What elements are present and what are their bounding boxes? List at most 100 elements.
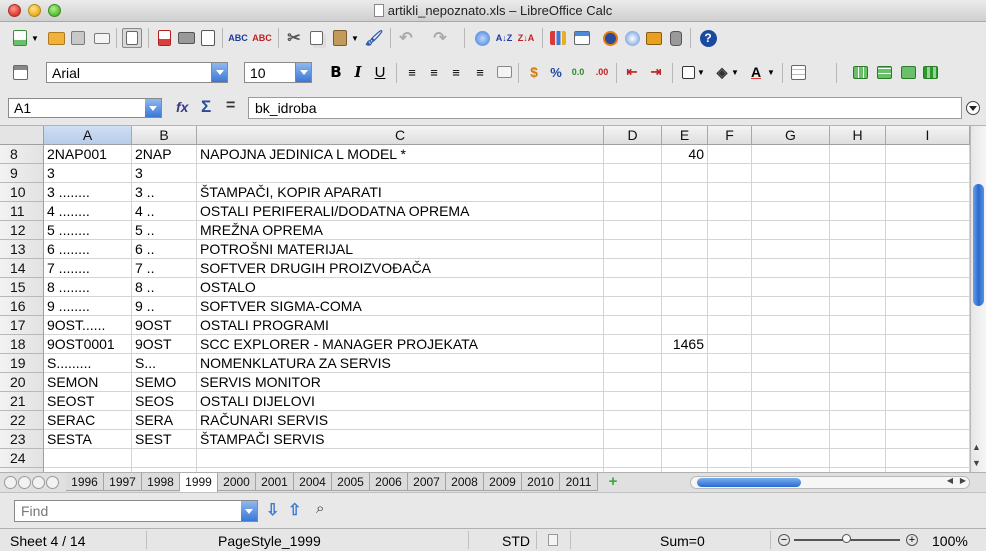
bold-icon[interactable]: B bbox=[326, 62, 346, 82]
cell-g[interactable] bbox=[752, 316, 830, 335]
cell-i[interactable] bbox=[886, 221, 970, 240]
row-header[interactable]: 11 bbox=[0, 202, 44, 221]
background-color-dropdown-icon[interactable]: ▼ bbox=[730, 62, 740, 82]
row-header[interactable]: 14 bbox=[0, 259, 44, 278]
font-name-dropdown-icon[interactable] bbox=[211, 63, 227, 82]
cell-d[interactable] bbox=[604, 164, 662, 183]
row-header[interactable]: 20 bbox=[0, 373, 44, 392]
delete-rows-icon[interactable] bbox=[898, 62, 918, 82]
cell-e[interactable] bbox=[662, 202, 708, 221]
decrease-indent-icon[interactable]: ⇤ bbox=[622, 62, 642, 82]
cell-b[interactable] bbox=[132, 449, 197, 468]
print-icon[interactable] bbox=[176, 28, 196, 48]
cell-a[interactable]: 2NAP001 bbox=[44, 145, 132, 164]
cell-e[interactable] bbox=[662, 183, 708, 202]
cell-f[interactable] bbox=[708, 221, 752, 240]
cell-c[interactable] bbox=[197, 164, 604, 183]
zoom-out-icon[interactable]: − bbox=[778, 534, 790, 546]
cell-g[interactable] bbox=[752, 278, 830, 297]
cell-h[interactable] bbox=[830, 316, 886, 335]
sheet-tab[interactable]: 2007 bbox=[408, 473, 446, 491]
cell-c[interactable]: SCC EXPLORER - MANAGER PROJEKATA bbox=[197, 335, 604, 354]
cell-a[interactable]: 4 ........ bbox=[44, 202, 132, 221]
hyperlink-icon[interactable] bbox=[472, 28, 492, 48]
zoom-level[interactable]: 100% bbox=[932, 533, 968, 549]
row-header[interactable]: 15 bbox=[0, 278, 44, 297]
paste-icon[interactable] bbox=[330, 28, 350, 48]
column-header-b[interactable]: B bbox=[132, 126, 197, 145]
cell-i[interactable] bbox=[886, 392, 970, 411]
cell-b[interactable]: SERA bbox=[132, 411, 197, 430]
name-box[interactable]: A1 bbox=[8, 98, 162, 118]
cell-d[interactable] bbox=[604, 278, 662, 297]
find-replace-binoculars-icon[interactable]: ⌕ bbox=[316, 500, 324, 517]
cell-b[interactable]: SEST bbox=[132, 430, 197, 449]
cell-e[interactable]: 1465 bbox=[662, 335, 708, 354]
horizontal-scroll-thumb[interactable] bbox=[697, 478, 801, 487]
row-header[interactable]: 18 bbox=[0, 335, 44, 354]
sheet-tab[interactable]: 2004 bbox=[294, 473, 332, 491]
cell-f[interactable] bbox=[708, 373, 752, 392]
cell-c[interactable]: NOMENKLATURA ZA SERVIS bbox=[197, 354, 604, 373]
cell-i[interactable] bbox=[886, 354, 970, 373]
cell-a[interactable]: 9OST0001 bbox=[44, 335, 132, 354]
cell-h[interactable] bbox=[830, 240, 886, 259]
sum-icon[interactable]: Σ bbox=[201, 97, 211, 117]
italic-icon[interactable]: I bbox=[348, 62, 368, 82]
cell-g[interactable] bbox=[752, 449, 830, 468]
cell-h[interactable] bbox=[830, 392, 886, 411]
background-color-icon[interactable]: ◈ bbox=[712, 62, 732, 82]
cell-c[interactable]: RAČUNARI SERVIS bbox=[197, 411, 604, 430]
sheet-tab[interactable]: 1998 bbox=[142, 473, 180, 491]
page-style[interactable]: PageStyle_1999 bbox=[218, 533, 321, 549]
cell-a[interactable]: 3 bbox=[44, 164, 132, 183]
column-header-i[interactable]: I bbox=[886, 126, 970, 145]
cell-e[interactable] bbox=[662, 221, 708, 240]
justify-icon[interactable]: ≡ bbox=[470, 62, 490, 82]
navigator-icon[interactable] bbox=[622, 28, 642, 48]
cell-e[interactable] bbox=[662, 240, 708, 259]
cell-d[interactable] bbox=[604, 354, 662, 373]
cell-i[interactable] bbox=[886, 449, 970, 468]
cell-a[interactable]: 9OST...... bbox=[44, 316, 132, 335]
cell-i[interactable] bbox=[886, 316, 970, 335]
cell-b[interactable]: 6 .. bbox=[132, 240, 197, 259]
cell-e[interactable]: 40 bbox=[662, 145, 708, 164]
cell-f[interactable] bbox=[708, 278, 752, 297]
first-sheet-icon[interactable] bbox=[4, 476, 17, 489]
cell-i[interactable] bbox=[886, 145, 970, 164]
cell-i[interactable] bbox=[886, 278, 970, 297]
cell-h[interactable] bbox=[830, 430, 886, 449]
row-header[interactable]: 9 bbox=[0, 164, 44, 183]
column-header-e[interactable]: E bbox=[662, 126, 708, 145]
sheet-tab[interactable]: 2000 bbox=[218, 473, 256, 491]
cell-g[interactable] bbox=[752, 145, 830, 164]
percent-format-icon[interactable]: % bbox=[546, 62, 566, 82]
toggle-grid-icon[interactable] bbox=[788, 62, 808, 82]
cell-f[interactable] bbox=[708, 145, 752, 164]
column-header-c[interactable]: C bbox=[197, 126, 604, 145]
cell-d[interactable] bbox=[604, 392, 662, 411]
cell-i[interactable] bbox=[886, 335, 970, 354]
add-sheet-icon[interactable]: + bbox=[602, 474, 624, 490]
cell-g[interactable] bbox=[752, 202, 830, 221]
sheet-tab[interactable]: 2001 bbox=[256, 473, 294, 491]
scroll-down-icon[interactable]: ▼ bbox=[972, 454, 986, 468]
help-icon[interactable]: ? bbox=[698, 28, 718, 48]
row-header[interactable]: 21 bbox=[0, 392, 44, 411]
spreadsheet-grid[interactable]: ABCDEFGHI 8 2NAP001 2NAP NAPOJNA JEDINICA L… bbox=[0, 126, 970, 472]
next-sheet-icon[interactable] bbox=[32, 476, 45, 489]
cell-e[interactable] bbox=[662, 392, 708, 411]
cell-c[interactable]: POTROŠNI MATERIJAL bbox=[197, 240, 604, 259]
cell-b[interactable]: SEOS bbox=[132, 392, 197, 411]
sheet-tab[interactable]: 2006 bbox=[370, 473, 408, 491]
vertical-scrollbar[interactable]: ▲ ▼ bbox=[970, 126, 986, 472]
spellcheck-icon[interactable]: ABC bbox=[228, 28, 248, 48]
cell-f[interactable] bbox=[708, 335, 752, 354]
cell-a[interactable] bbox=[44, 449, 132, 468]
cell-f[interactable] bbox=[708, 183, 752, 202]
cell-d[interactable] bbox=[604, 221, 662, 240]
cell-h[interactable] bbox=[830, 297, 886, 316]
insert-chart-icon[interactable] bbox=[548, 28, 568, 48]
previous-sheet-icon[interactable] bbox=[18, 476, 31, 489]
